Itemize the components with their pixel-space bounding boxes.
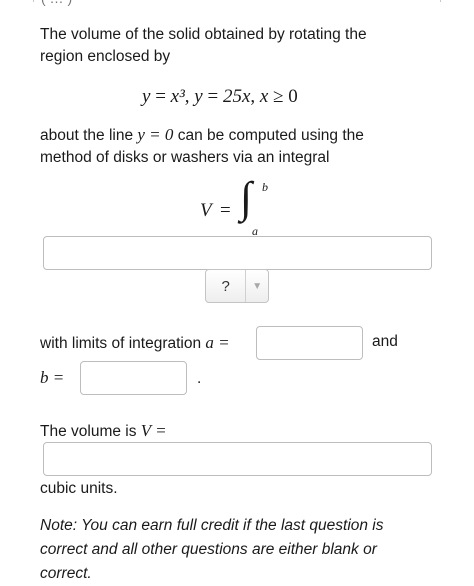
integral-V: V: [200, 200, 212, 221]
eq-x: x: [259, 86, 269, 107]
eq-equals-2: =: [207, 86, 219, 107]
integral-equals: =: [220, 200, 231, 221]
volume-input[interactable]: [43, 442, 432, 476]
header-fragment: ( … ): [41, 0, 72, 6]
limits-text: with limits of integration a =: [40, 333, 230, 353]
chevron-down-icon: ▼: [245, 270, 268, 302]
eq-y2: y: [194, 86, 203, 107]
problem-intro: The volume of the solid obtained by rota…: [40, 26, 367, 65]
limit-a-input[interactable]: [256, 326, 363, 360]
eq-sep-1: ,: [184, 86, 190, 107]
limit-b-period: .: [197, 370, 202, 387]
eq-y1: y: [142, 86, 151, 107]
integral-sign-icon: ∫: [240, 173, 253, 222]
region-equation: y = x³, y = 25x, x ≥ 0: [142, 86, 298, 108]
integral-expression: V = ∫ b a: [200, 173, 290, 242]
about-line-prefix: about the line: [40, 127, 134, 144]
select-value: ?: [221, 277, 230, 295]
volume-text: The volume is: [40, 423, 137, 440]
eq-rhs-2: 25x: [222, 86, 251, 107]
eq-zero: 0: [288, 86, 298, 107]
limit-a-math: a =: [205, 333, 230, 352]
eq-geq: ≥: [273, 86, 284, 107]
frame-top-border: [33, 0, 441, 2]
about-line-line2: method of disks or washers via an integr…: [40, 149, 330, 166]
eq-equals-1: =: [155, 86, 166, 107]
about-line-math: y = 0: [137, 125, 174, 144]
limit-b-input[interactable]: [80, 361, 187, 395]
volume-math: V =: [140, 421, 167, 440]
limit-b-label: b =: [40, 368, 64, 388]
limit-b-math: b =: [40, 368, 65, 387]
volume-label: The volume is V =: [40, 421, 167, 441]
about-line-suffix: can be computed using the: [177, 127, 364, 144]
limits-label: with limits of integration: [40, 335, 202, 352]
rotation-axis-text: about the line y = 0 can be computed usi…: [40, 124, 410, 169]
eq-rhs-1: x³: [170, 86, 185, 107]
credit-note: Note: You can earn full credit if the la…: [40, 517, 384, 582]
eq-sep-2: ,: [250, 86, 256, 107]
integral-upper-limit: b: [262, 180, 268, 194]
volume-units: cubic units.: [40, 480, 118, 497]
integrand-input[interactable]: [43, 236, 432, 270]
differential-select[interactable]: ? ▼: [205, 269, 269, 303]
limits-and: and: [372, 333, 398, 350]
